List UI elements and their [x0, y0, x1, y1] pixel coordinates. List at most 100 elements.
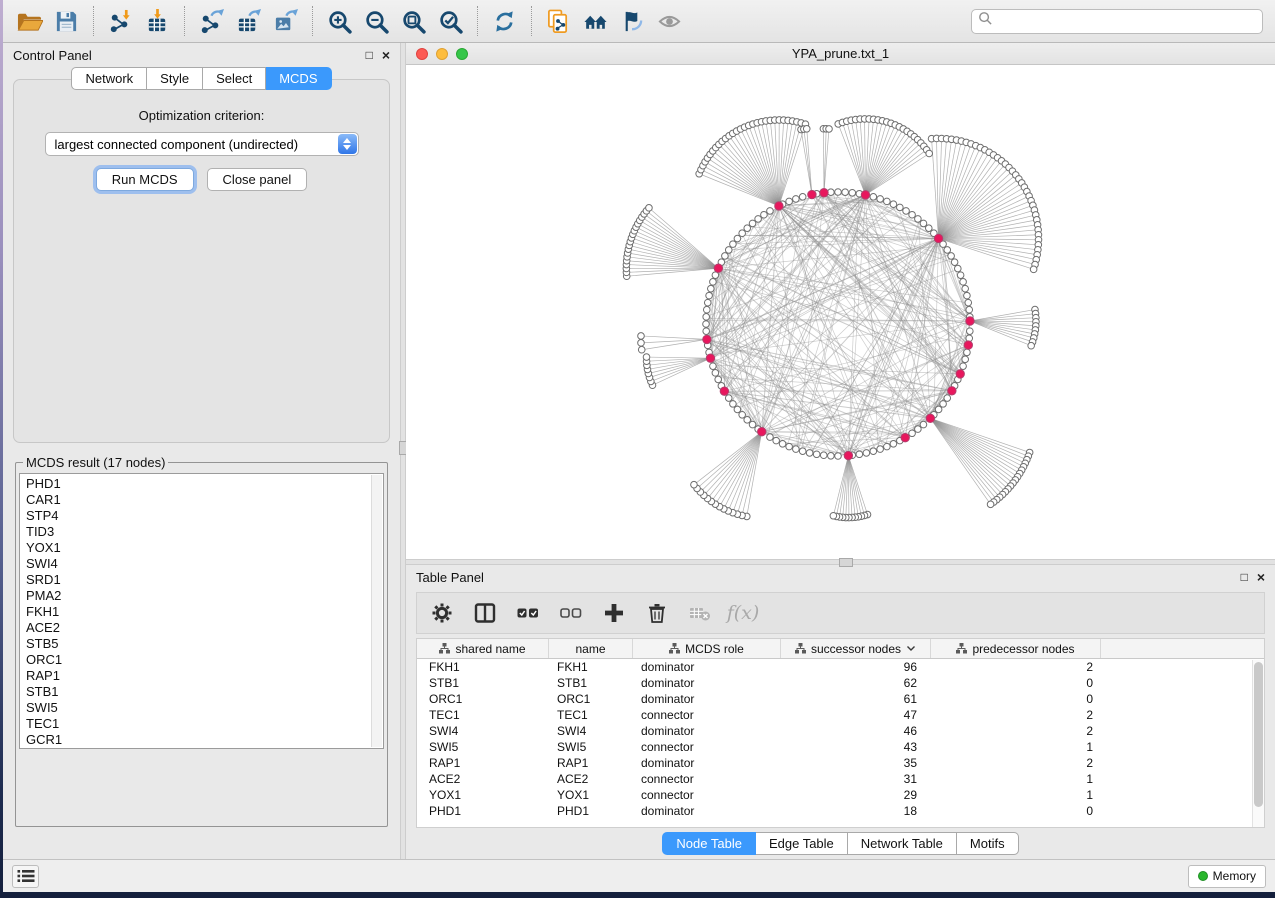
table-cell: dominator: [633, 804, 781, 818]
maximize-window-icon[interactable]: [456, 48, 468, 60]
tab-edge-table[interactable]: Edge Table: [756, 832, 848, 855]
result-item[interactable]: CAR1: [26, 492, 369, 508]
result-item[interactable]: STB5: [26, 636, 369, 652]
table-row[interactable]: YOX1YOX1connector291: [417, 787, 1264, 803]
minimize-window-icon[interactable]: [436, 48, 448, 60]
close-window-icon[interactable]: [416, 48, 428, 60]
open-file-icon[interactable]: [11, 3, 48, 39]
network-window-titlebar[interactable]: YPA_prune.txt_1: [406, 43, 1275, 65]
close-panel-button[interactable]: Close panel: [207, 168, 308, 191]
table-cell: dominator: [633, 660, 781, 674]
table-row[interactable]: PHD1PHD1dominator180: [417, 803, 1264, 819]
table-cell: 1: [931, 788, 1101, 802]
search-input[interactable]: [997, 14, 1256, 29]
deselect-all-checkboxes-icon[interactable]: [558, 600, 584, 626]
settings-gear-icon[interactable]: [429, 600, 455, 626]
zoom-selected-icon[interactable]: [432, 3, 469, 39]
result-item[interactable]: RAP1: [26, 668, 369, 684]
table-scrollbar[interactable]: [1252, 660, 1264, 827]
select-all-checkboxes-icon[interactable]: [515, 600, 541, 626]
mcds-result-list[interactable]: PHD1CAR1STP4TID3YOX1SWI4SRD1PMA2FKH1ACE2…: [19, 473, 384, 749]
float-window-icon[interactable]: □: [1241, 571, 1248, 583]
table-row[interactable]: RAP1RAP1dominator352: [417, 755, 1264, 771]
result-item[interactable]: SWI5: [26, 700, 369, 716]
table-cell: 43: [781, 740, 931, 754]
result-item[interactable]: STP4: [26, 508, 369, 524]
toggle-panes-icon[interactable]: [472, 600, 498, 626]
horizontal-splitter[interactable]: [406, 559, 1275, 565]
result-item[interactable]: GCR1: [26, 732, 369, 748]
add-column-icon[interactable]: [601, 600, 627, 626]
result-item[interactable]: YOX1: [26, 540, 369, 556]
column-header-successor-nodes[interactable]: successor nodes: [781, 639, 931, 658]
apply-style-icon[interactable]: [614, 3, 651, 39]
result-item[interactable]: PHD1: [26, 476, 369, 492]
result-item[interactable]: ORC1: [26, 652, 369, 668]
export-table-icon[interactable]: [230, 3, 267, 39]
table-cell: dominator: [633, 724, 781, 738]
result-item[interactable]: TID3: [26, 524, 369, 540]
result-item[interactable]: ACE2: [26, 620, 369, 636]
delete-column-icon[interactable]: [644, 600, 670, 626]
table-row[interactable]: ACE2ACE2connector311: [417, 771, 1264, 787]
result-item[interactable]: SWI4: [26, 556, 369, 572]
tab-node-table[interactable]: Node Table: [662, 832, 756, 855]
tab-select[interactable]: Select: [203, 67, 266, 90]
task-history-button[interactable]: [12, 865, 39, 888]
table-row[interactable]: SWI5SWI5connector431: [417, 739, 1264, 755]
result-item[interactable]: TEC1: [26, 716, 369, 732]
table-cell: 46: [781, 724, 931, 738]
close-panel-icon[interactable]: ×: [1257, 570, 1265, 584]
export-image-icon[interactable]: [267, 3, 304, 39]
network-canvas[interactable]: [406, 65, 1275, 559]
table-cell: dominator: [633, 756, 781, 770]
table-row[interactable]: FKH1FKH1dominator962: [417, 659, 1264, 675]
import-table-icon[interactable]: [139, 3, 176, 39]
tab-mcds[interactable]: MCDS: [266, 67, 331, 90]
scrollbar-thumb[interactable]: [1254, 662, 1263, 807]
column-header-mcds-role[interactable]: MCDS role: [633, 639, 781, 658]
search-box[interactable]: [971, 9, 1263, 34]
result-scrollbar[interactable]: [371, 475, 382, 747]
splitter-grip[interactable]: [839, 558, 853, 567]
first-neighbors-icon[interactable]: [577, 3, 614, 39]
result-item[interactable]: FKH1: [26, 604, 369, 620]
zoom-in-icon[interactable]: [321, 3, 358, 39]
tab-motifs[interactable]: Motifs: [957, 832, 1019, 855]
zoom-fit-icon[interactable]: [395, 3, 432, 39]
export-network-icon[interactable]: [193, 3, 230, 39]
run-mcds-button[interactable]: Run MCDS: [96, 168, 194, 191]
new-network-from-selection-icon[interactable]: [540, 3, 577, 39]
result-item[interactable]: SRD1: [26, 572, 369, 588]
tab-style[interactable]: Style: [147, 67, 203, 90]
tab-network-table[interactable]: Network Table: [848, 832, 957, 855]
table-row[interactable]: STB1STB1dominator620: [417, 675, 1264, 691]
float-window-icon[interactable]: □: [366, 49, 373, 61]
refresh-icon[interactable]: [486, 3, 523, 39]
table-cell: TEC1: [549, 708, 633, 722]
column-header-shared-name[interactable]: shared name: [417, 639, 549, 658]
column-header-predecessor-nodes[interactable]: predecessor nodes: [931, 639, 1101, 658]
optimization-criterion-label: Optimization criterion:: [14, 108, 389, 123]
table-cell: 0: [931, 804, 1101, 818]
tab-network[interactable]: Network: [71, 67, 147, 90]
function-builder-icon: f(x): [730, 600, 756, 626]
import-network-icon[interactable]: [102, 3, 139, 39]
main-area: Control Panel □ × NetworkStyleSelectMCDS…: [3, 43, 1275, 859]
control-panel: Control Panel □ × NetworkStyleSelectMCDS…: [3, 43, 400, 859]
column-header-name[interactable]: name: [549, 639, 633, 658]
table-row[interactable]: TEC1TEC1connector472: [417, 707, 1264, 723]
memory-button[interactable]: Memory: [1188, 865, 1266, 888]
table-row[interactable]: SWI4SWI4dominator462: [417, 723, 1264, 739]
save-session-icon[interactable]: [48, 3, 85, 39]
memory-status-icon: [1198, 871, 1208, 881]
zoom-out-icon[interactable]: [358, 3, 395, 39]
criterion-dropdown[interactable]: largest connected component (undirected): [45, 132, 359, 156]
search-icon: [978, 11, 993, 31]
show-hide-icon[interactable]: [651, 3, 688, 39]
result-item[interactable]: PMA2: [26, 588, 369, 604]
table-cell: STB1: [417, 676, 549, 690]
table-row[interactable]: ORC1ORC1dominator610: [417, 691, 1264, 707]
result-item[interactable]: STB1: [26, 684, 369, 700]
close-panel-icon[interactable]: ×: [382, 48, 390, 62]
